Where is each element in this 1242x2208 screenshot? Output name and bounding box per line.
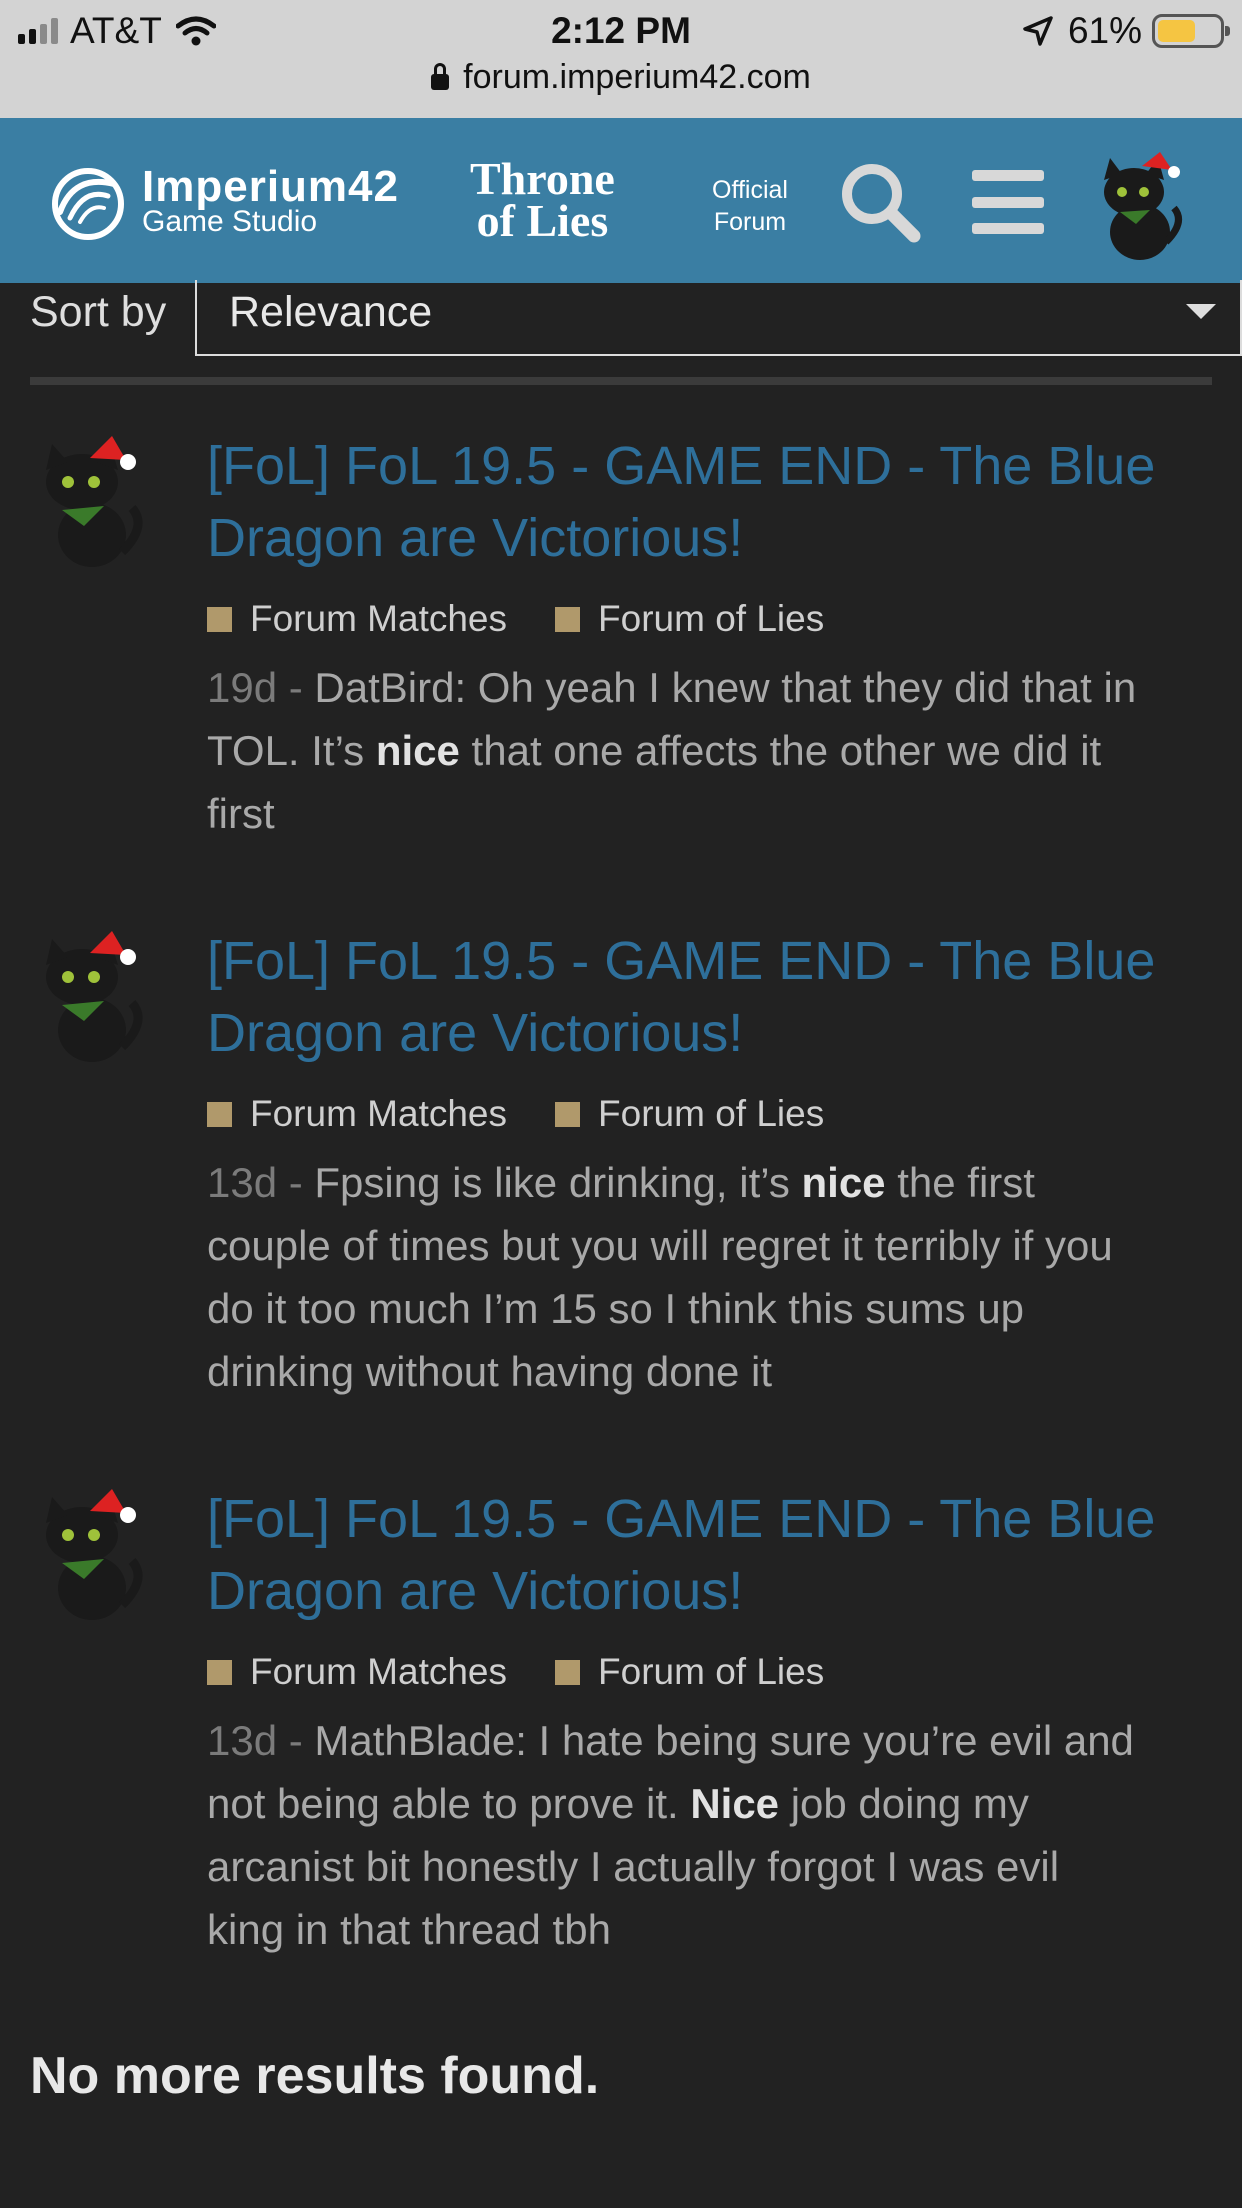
author-avatar[interactable] — [30, 1483, 160, 1623]
result-title-link[interactable]: [FoL] FoL 19.5 - GAME END - The Blue Dra… — [207, 1483, 1207, 1627]
category-label: Forum Matches — [250, 598, 508, 639]
result-categories: Forum Matches Forum of Lies — [207, 1093, 872, 1135]
category-square-icon — [555, 606, 581, 632]
game-title-line2: of Lies — [476, 195, 609, 246]
search-highlight: Nice — [690, 1780, 780, 1827]
category-tag[interactable]: Forum Matches — [207, 1093, 507, 1135]
sort-value: Relevance — [229, 288, 433, 336]
category-tag[interactable]: Forum Matches — [207, 598, 507, 640]
divider — [30, 377, 1212, 385]
sort-label: Sort by — [30, 288, 167, 336]
search-highlight: nice — [801, 1159, 886, 1206]
studio-sub: Game Studio — [142, 205, 318, 238]
category-tag[interactable]: Forum Matches — [207, 1651, 507, 1693]
age-separator: - — [277, 1717, 315, 1764]
official-line1: Official — [712, 176, 788, 204]
blurb-text: Fpsing is like drinking, it’s — [314, 1159, 802, 1206]
category-tag[interactable]: Forum of Lies — [555, 598, 824, 640]
result-age: 19d - — [207, 664, 314, 711]
result-title-link[interactable]: [FoL] FoL 19.5 - GAME END - The Blue Dra… — [207, 430, 1207, 574]
author-avatar[interactable] — [30, 925, 160, 1065]
lock-icon — [431, 62, 450, 90]
status-bar: AT&T 2:12 PM 61% forum.imperium42.com — [0, 0, 1242, 118]
age-separator: - — [277, 1159, 315, 1206]
category-tag[interactable]: Forum of Lies — [555, 1651, 824, 1693]
age-value: 13d — [207, 1717, 278, 1764]
result-blurb[interactable]: 19d - DatBird: Oh yeah I knew that they … — [207, 656, 1137, 845]
swirl-logo-icon — [52, 168, 124, 240]
game-title-line1: Throne — [470, 153, 615, 204]
chevron-down-icon — [1186, 304, 1216, 319]
search-icon[interactable] — [838, 160, 922, 244]
category-tag[interactable]: Forum of Lies — [555, 1093, 824, 1135]
imperium42-logo[interactable]: Imperium42 Game Studio — [44, 162, 399, 242]
result-categories: Forum Matches Forum of Lies — [207, 1651, 872, 1693]
studio-name: Imperium42 — [142, 162, 399, 211]
category-label: Forum Matches — [250, 1093, 508, 1134]
author-avatar[interactable] — [30, 430, 160, 570]
site-header: Imperium42 Game Studio Throne of Lies Of… — [0, 118, 1242, 283]
battery-icon — [1152, 14, 1230, 48]
category-square-icon — [207, 606, 232, 632]
category-label: Forum of Lies — [598, 598, 825, 639]
category-label: Forum Matches — [250, 1651, 508, 1692]
age-separator: - — [277, 664, 315, 711]
category-label: Forum of Lies — [598, 1093, 825, 1134]
sort-row: Sort by Relevance — [30, 280, 1242, 356]
category-square-icon — [555, 1101, 581, 1127]
official-forum-label: Official Forum — [712, 174, 788, 238]
search-highlight: nice — [375, 727, 460, 774]
url-bar[interactable]: forum.imperium42.com — [0, 58, 1242, 97]
throne-of-lies-logo[interactable]: Throne of Lies — [470, 153, 615, 246]
battery-percent: 61% — [1067, 10, 1142, 51]
hamburger-menu-icon[interactable] — [972, 170, 1044, 234]
result-categories: Forum Matches Forum of Lies — [207, 598, 872, 640]
category-square-icon — [555, 1659, 581, 1685]
age-value: 19d — [207, 664, 278, 711]
result-blurb[interactable]: 13d - MathBlade: I hate being sure you’r… — [207, 1709, 1137, 1961]
official-line2: Forum — [713, 208, 787, 236]
result-blurb[interactable]: 13d - Fpsing is like drinking, it’s nice… — [207, 1151, 1137, 1403]
url-text: forum.imperium42.com — [463, 58, 811, 96]
result-title-link[interactable]: [FoL] FoL 19.5 - GAME END - The Blue Dra… — [207, 925, 1207, 1069]
sort-dropdown[interactable]: Relevance — [195, 280, 1242, 356]
location-arrow-icon — [1023, 16, 1053, 46]
no-more-results-message: No more results found. — [30, 2047, 600, 2105]
result-age: 13d - — [207, 1159, 314, 1206]
category-square-icon — [207, 1101, 232, 1127]
category-square-icon — [207, 1659, 232, 1685]
result-age: 13d - — [207, 1717, 314, 1764]
age-value: 13d — [207, 1159, 278, 1206]
user-avatar[interactable] — [1090, 152, 1186, 262]
category-label: Forum of Lies — [598, 1651, 825, 1692]
